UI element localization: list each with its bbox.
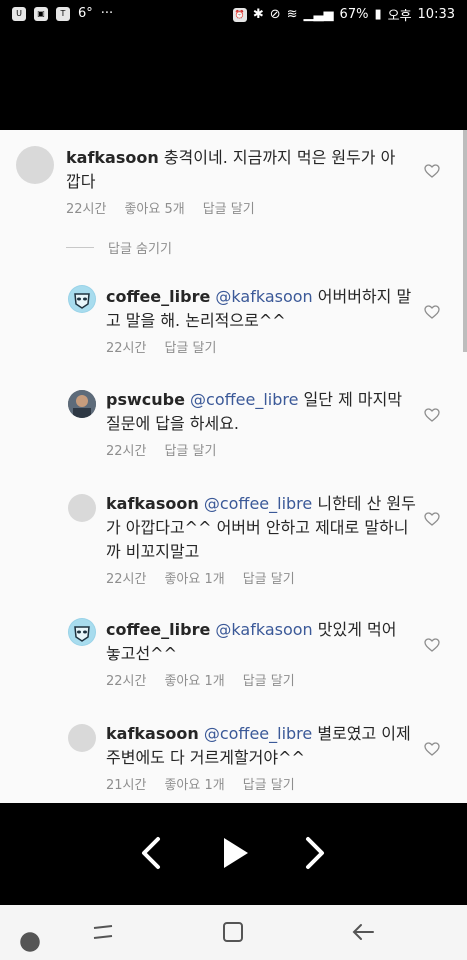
status-right: ⏰ ✱ ⊘ ≋ ▁▃▅ 67% ▮ 오후 10:33 [232,5,455,24]
avatar[interactable] [68,724,96,752]
likes-count[interactable]: 좋아요 1개 [164,568,224,587]
heart-icon[interactable] [424,638,440,652]
reply-button[interactable]: 답글 달기 [243,774,295,793]
hide-replies-divider [66,247,94,248]
reply-meta: 22시간 답글 달기 [106,337,216,356]
home-icon[interactable] [220,919,246,945]
reply-time: 22시간 [106,341,147,356]
reply-meta: 22시간 좋아요 1개 답글 달기 [106,568,295,587]
likes-count[interactable]: 좋아요 5개 [124,198,184,217]
notification-icon: U [12,6,26,21]
reply-username[interactable]: kafkasoon [106,494,199,513]
reply-button[interactable]: 답글 달기 [164,440,216,459]
likes-count[interactable]: 좋아요 1개 [164,774,224,793]
comment-username[interactable]: kafkasoon [66,148,159,167]
reply-mention[interactable]: @coffee_libre [190,390,298,409]
status-bar: U ▣ T 6° ··· ⏰ ✱ ⊘ ≋ ▁▃▅ 67% ▮ 오후 10:33 [0,0,467,28]
system-nav-bar [0,905,467,960]
reply-button[interactable]: 답글 달기 [243,670,295,689]
signal-icon: ▁▃▅ [303,7,334,22]
hide-replies-row[interactable]: 답글 숨기기 [66,238,172,257]
weather-text: 6° [78,6,93,21]
reply-text: pswcube @coffee_libre 일단 제 마지막 질문에 답을 하세… [106,388,416,436]
reply-mention[interactable]: @coffee_libre [204,494,312,513]
reply-button[interactable]: 답글 달기 [164,337,216,356]
bluetooth-icon: ✱ [252,7,264,22]
clock-text: 10:33 [417,7,455,22]
reply-time: 21시간 [106,778,147,793]
battery-icon: ▮ [374,7,382,22]
mute-icon: ⊘ [269,7,281,22]
reply-username[interactable]: pswcube [106,390,185,409]
scrollbar[interactable] [463,130,467,352]
comment-text: kafkasoon 충격이네. 지금까지 먹은 원두가 아깝다 [66,146,406,194]
hide-replies-button[interactable]: 답글 숨기기 [108,238,172,257]
heart-icon[interactable] [424,742,440,756]
heart-icon[interactable] [424,408,440,422]
alarm-icon: ⏰ [232,7,247,22]
play-icon[interactable] [212,831,256,875]
more-notifications: ··· [100,6,114,21]
avatar[interactable] [68,494,96,522]
recent-apps-icon[interactable] [90,919,116,945]
reply-meta: 22시간 답글 달기 [106,440,216,459]
avatar[interactable] [16,146,54,184]
avatar[interactable] [68,285,96,313]
status-left: U ▣ T 6° ··· [12,6,113,21]
reply-time: 22시간 [106,444,147,459]
heart-icon[interactable] [424,164,440,178]
reply-mention[interactable]: @kafkasoon [215,287,312,306]
back-icon[interactable] [350,919,376,945]
chevron-right-icon[interactable] [292,831,336,875]
heart-icon[interactable] [424,305,440,319]
heart-icon[interactable] [424,512,440,526]
comment-panel: kafkasoon 충격이네. 지금까지 먹은 원두가 아깝다 22시간 좋아요… [0,130,467,803]
reply-text: coffee_libre @kafkasoon 맛있게 먹어 놓고선^^ [106,618,416,666]
reply-username[interactable]: kafkasoon [106,724,199,743]
dot-icon [17,929,40,952]
likes-count[interactable]: 좋아요 1개 [164,670,224,689]
reply-mention[interactable]: @kafkasoon [215,620,312,639]
avatar[interactable] [68,618,96,646]
reply-text: kafkasoon @coffee_libre 별로였고 이제 주변에도 다 거… [106,722,416,770]
reply-button[interactable]: 답글 달기 [203,198,255,217]
ampm-text: 오후 [387,9,412,24]
talk-icon: T [56,6,70,21]
reply-text: coffee_libre @kafkasoon 어버버하지 말고 말을 해. 논… [106,285,416,333]
gallery-icon: ▣ [34,6,48,21]
reply-time: 22시간 [106,572,147,587]
chevron-left-icon[interactable] [130,831,174,875]
comment-meta: 22시간 좋아요 5개 답글 달기 [66,198,255,217]
comment-time: 22시간 [66,202,107,217]
reply-username[interactable]: coffee_libre [106,287,210,306]
wifi-icon: ≋ [286,7,298,22]
reply-username[interactable]: coffee_libre [106,620,210,639]
reply-mention[interactable]: @coffee_libre [204,724,312,743]
reply-text: kafkasoon @coffee_libre 니한테 산 원두가 아깝다고^^… [106,492,416,564]
battery-text: 67% [339,7,369,22]
reply-button[interactable]: 답글 달기 [243,568,295,587]
avatar[interactable] [68,390,96,418]
reply-time: 22시간 [106,674,147,689]
reply-meta: 22시간 좋아요 1개 답글 달기 [106,670,295,689]
reply-meta: 21시간 좋아요 1개 답글 달기 [106,774,295,793]
viewer-controls [0,803,467,905]
